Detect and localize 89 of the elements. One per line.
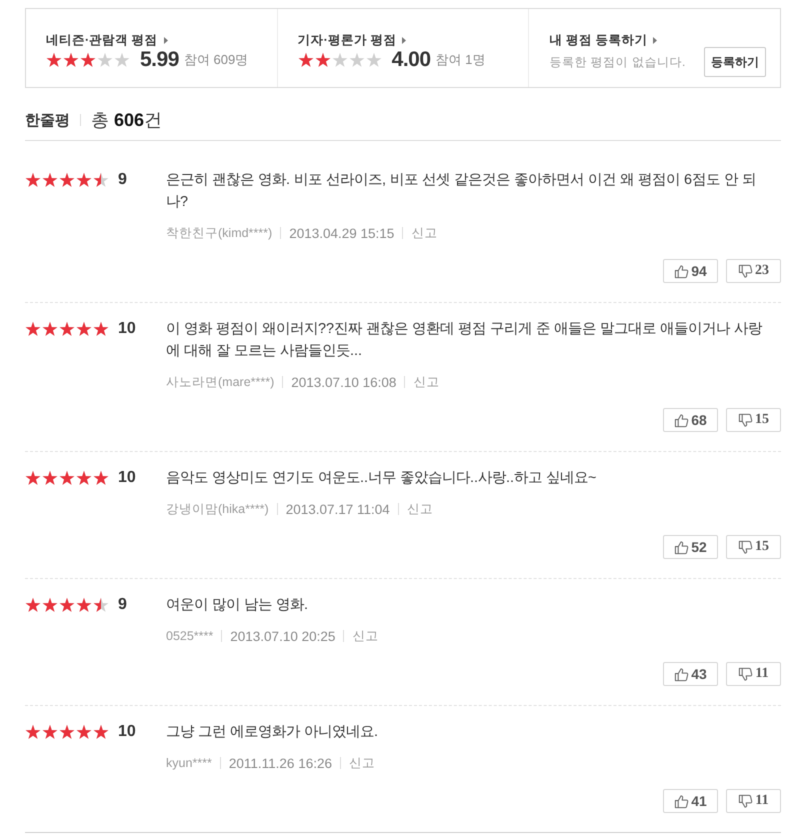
thumbs-down-icon bbox=[738, 540, 753, 554]
reviewer-name: 착한친구(kimd****) bbox=[166, 224, 272, 242]
section-title: 한줄평 bbox=[25, 110, 70, 130]
like-button[interactable]: 94 bbox=[663, 259, 718, 283]
star-icon bbox=[42, 597, 58, 613]
star-icon bbox=[59, 597, 75, 613]
star-icon bbox=[76, 724, 92, 740]
thumbs-down-icon bbox=[738, 666, 754, 682]
star-icon bbox=[63, 52, 79, 68]
review-text: 은근히 괜찮은 영화. 비포 선라이즈, 비포 선셋 같은것은 좋아하면서 이건 왜 평점이 6점도 안 되나? bbox=[166, 171, 757, 212]
review-date: 2013.07.10 20:25 bbox=[230, 628, 336, 644]
star-icon bbox=[93, 724, 109, 740]
thumbs-down-icon bbox=[738, 264, 753, 278]
review-date: 2013.04.29 15:15 bbox=[289, 226, 394, 240]
dislike-button[interactable]: 15 bbox=[726, 408, 781, 432]
average-score: 5.99 bbox=[140, 48, 179, 72]
star-icon bbox=[59, 172, 75, 188]
review-score: 10 bbox=[118, 722, 137, 742]
thumbs-up-icon bbox=[674, 264, 690, 278]
review-text: 그냥 그런 에로영화가 아니였네요. bbox=[166, 723, 379, 742]
star-icon bbox=[332, 52, 348, 68]
review-date: 2013.07.10 16:08 bbox=[291, 374, 396, 390]
star-icon bbox=[25, 597, 41, 613]
dislike-button[interactable]: 15 bbox=[726, 535, 781, 559]
star-icon bbox=[42, 172, 58, 188]
review-date: 2013.07.17 11:04 bbox=[286, 502, 390, 516]
star-icon bbox=[76, 321, 92, 337]
star-icon bbox=[76, 597, 92, 613]
star-icon bbox=[348, 52, 365, 68]
review-score: 10 bbox=[118, 319, 137, 339]
star-icon bbox=[59, 321, 75, 337]
participant-count: 참여 1명 bbox=[436, 51, 486, 69]
dislike-button[interactable]: 23 bbox=[726, 259, 781, 283]
star-icon bbox=[59, 724, 75, 740]
star-icon bbox=[93, 597, 109, 613]
no-rating-message: 등록한 평점이 없습니다. bbox=[549, 54, 686, 70]
dislike-button[interactable]: 11 bbox=[726, 789, 781, 813]
caret-icon bbox=[653, 36, 658, 44]
reviewer-name: 0525**** bbox=[166, 629, 214, 643]
average-score: 4.00 bbox=[392, 48, 431, 72]
like-button[interactable]: 41 bbox=[663, 789, 718, 813]
review-text: 여운이 많이 남는 영화. bbox=[166, 596, 309, 615]
reviewer-name: 사노라면(mare****) bbox=[166, 374, 274, 390]
review-score: 9 bbox=[118, 170, 128, 190]
rating-title-link[interactable]: 기자·평론가 평점 bbox=[298, 31, 406, 49]
dislike-button[interactable]: 11 bbox=[726, 662, 781, 686]
star-icon bbox=[42, 724, 58, 740]
star-icon bbox=[25, 724, 41, 740]
caret-icon bbox=[402, 36, 406, 44]
like-button[interactable]: 52 bbox=[663, 535, 718, 559]
thumbs-down-icon bbox=[738, 412, 753, 428]
review-date: 2011.11.26 16:26 bbox=[228, 756, 332, 770]
thumbs-up-icon bbox=[674, 412, 690, 428]
register-button[interactable]: 등록하기 bbox=[704, 47, 766, 77]
star-icon bbox=[93, 172, 109, 188]
rating-title-link[interactable]: 네티즌·관람객 평점 bbox=[46, 31, 168, 49]
star-icon bbox=[25, 470, 41, 486]
reviewer-name: kyun**** bbox=[166, 756, 212, 770]
review-score: 9 bbox=[118, 595, 128, 615]
star-icon bbox=[25, 321, 41, 337]
star-icon bbox=[59, 470, 75, 486]
star-icon bbox=[46, 52, 62, 68]
like-button[interactable]: 43 bbox=[663, 662, 718, 686]
star-icon bbox=[97, 52, 113, 68]
review-text: 이 영화 평점이 왜이러지??진짜 괜찮은 영환데 평점 구리게 준 애들은 말그대로 애들이거나 사랑에 대해 잘 모르는 사람들인듯... bbox=[166, 320, 764, 361]
star-icon bbox=[42, 321, 58, 337]
star-icon bbox=[25, 172, 41, 188]
review-score: 10 bbox=[118, 468, 137, 488]
star-icon bbox=[42, 470, 58, 486]
star-icon bbox=[298, 52, 314, 68]
star-icon bbox=[114, 52, 130, 68]
star-icon bbox=[76, 470, 92, 486]
participant-count: 참여 609명 bbox=[184, 51, 248, 69]
thumbs-up-icon bbox=[674, 794, 690, 808]
like-button[interactable]: 68 bbox=[663, 408, 718, 432]
star-icon bbox=[80, 52, 96, 68]
review-text: 음악도 영상미도 연기도 여운도..너무 좋았습니다..사랑..하고 싶네요~ bbox=[166, 469, 598, 488]
review-count: 총 606건 bbox=[91, 109, 162, 132]
star-icon bbox=[314, 52, 331, 68]
my-rating-link[interactable]: 내 평점 등록하기 bbox=[549, 31, 658, 49]
star-icon bbox=[93, 470, 109, 486]
thumbs-down-icon bbox=[738, 794, 754, 808]
caret-icon bbox=[164, 36, 168, 44]
thumbs-up-icon bbox=[674, 666, 690, 682]
star-icon bbox=[76, 172, 92, 188]
star-icon bbox=[93, 321, 109, 337]
star-icon bbox=[366, 52, 382, 68]
reviewer-name: 강냉이맘(hika****) bbox=[166, 500, 269, 518]
thumbs-up-icon bbox=[674, 540, 690, 554]
